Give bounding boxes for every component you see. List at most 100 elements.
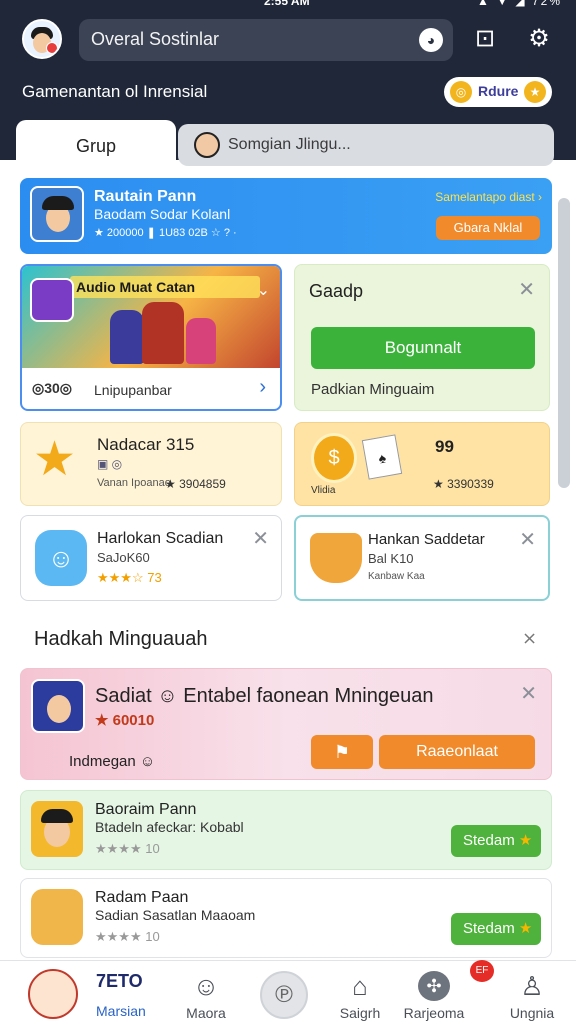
tab-secondary-label: Somgian Jlingu... (228, 136, 351, 153)
reward-left-value: ★ 3904859 (165, 477, 226, 491)
close-icon[interactable]: ✕ (518, 277, 535, 302)
promo-button[interactable]: Gbara Nklal (436, 216, 540, 240)
close-icon[interactable]: ✕ (252, 526, 269, 551)
profile-avatar[interactable] (22, 19, 62, 59)
promo-meta: ★ 200000 ❚ 1U83 02B ☆ ? · (94, 227, 237, 239)
scrollbar[interactable] (558, 198, 570, 488)
game-banner: Audio Muat Catan ⌄ (22, 266, 280, 368)
reward-left-sub: ▣ ◎ (97, 457, 123, 471)
flag-icon-button[interactable]: ⚑ (311, 735, 373, 769)
list-title: Baoraim Pann (95, 801, 197, 818)
reward-card-left[interactable]: ★ Nadacar 315 ▣ ◎ Vanan Ipoanao ★ 390485… (20, 422, 282, 506)
search-bar[interactable]: Overal Sostinlar ◕ (79, 19, 453, 61)
game-card-left[interactable]: ☺ Harlokan Scadian SaJoK60 ★★★☆ 73 ✕ (20, 515, 282, 601)
event-subtitle: ★ 60010 (95, 712, 155, 729)
game-card[interactable]: Audio Muat Catan ⌄ ◎30◎ Lnipupanbar › (20, 264, 282, 411)
basket-icon (310, 533, 362, 583)
reward-right-value: ★ 3390339 (433, 477, 494, 491)
character-1 (110, 310, 144, 364)
status-time: 2:55 AM (264, 0, 310, 8)
game-logo (30, 278, 74, 322)
gear-icon[interactable]: ⚙ (524, 24, 554, 54)
close-icon[interactable]: ✕ (519, 527, 536, 552)
nav-item-marsian[interactable]: 7ETO Marsian (0, 961, 146, 1024)
promo-card-blue[interactable]: Rautain Pann Baodam Sodar Kolanl ★ 20000… (20, 178, 552, 254)
status-icons: ▲ ▼ ◢ 72% (476, 0, 562, 8)
close-icon[interactable]: ✕ (520, 681, 537, 706)
card-icon: ♠ (361, 434, 403, 480)
promo-avatar (30, 186, 84, 242)
game-card-right[interactable]: Hankan Saddetar Bal K10 Kanbaw Kaa ✕ (294, 515, 550, 601)
tab-bar: Grup Somgian Jlingu... (16, 120, 554, 172)
reward-left-title: Nadacar 315 (97, 435, 195, 454)
nav-label: Marsian (96, 1003, 146, 1019)
mascot-icon: ☺ (35, 530, 87, 586)
group-card: Gaadp ✕ Bogunnalt Padkian Minguaim (294, 264, 550, 411)
nav-item-ungnia[interactable]: ♙ Ungnia (488, 961, 576, 1024)
nav-item-rarjeoma[interactable]: ✣ Rarjeoma (386, 961, 482, 1024)
character-3 (186, 318, 216, 364)
discord-icon[interactable]: ◕ (419, 28, 443, 52)
reward-left-meta: Vanan Ipoanao (97, 477, 171, 489)
group-card-title: Gaadp (309, 281, 364, 301)
home-icon: ℗ (260, 971, 308, 1019)
game-left-rating: ★★★☆ 73 (97, 570, 162, 585)
event-title: Sadiat ☺ Entabel faonean Mningeuan (95, 685, 434, 707)
coin-label: Rdure (478, 83, 519, 99)
game-right-title: Hankan Saddetar (368, 531, 485, 548)
user-icon: ♙ (520, 971, 544, 1001)
nav-avatar-number: 7ETO (96, 971, 143, 991)
lock-icon: ⌂ (352, 971, 368, 1001)
tab-grup[interactable]: Grup (16, 120, 176, 172)
list-item[interactable]: Baoraim Pann Btadeln afeckar: Kobabl ★★★… (20, 790, 552, 870)
chevron-right-icon[interactable]: › (259, 376, 266, 399)
game-left-sub: SaJoK60 (97, 550, 150, 565)
game-label: Lnipupanbar (94, 382, 172, 398)
game-coins: ◎30◎ (32, 380, 73, 396)
coin-icon: ◎ (450, 81, 472, 103)
nav-label: Ungnia (509, 1005, 555, 1021)
game-right-sub: Bal K10 (368, 551, 414, 566)
reward-right-title: 99 (435, 437, 454, 456)
camera-icon[interactable]: ⊡ (470, 24, 500, 54)
game-left-title: Harlokan Scadian (97, 530, 224, 547)
coin-pill[interactable]: ◎ Rdure ★ (444, 77, 552, 107)
character-2 (142, 302, 184, 364)
nav-label: Rarjeoma (403, 1005, 465, 1021)
list-avatar (31, 801, 83, 857)
group-card-footer: Padkian Minguaim (311, 381, 435, 398)
search-text: Overal Sostinlar (91, 29, 220, 49)
list-sub: Btadeln afeckar: Kobabl (95, 819, 244, 835)
notification-dot (46, 42, 58, 54)
chevron-down-icon[interactable]: ⌄ (257, 280, 270, 300)
list-avatar (31, 889, 83, 945)
section-title: Hadkah Minguauah (34, 628, 208, 650)
list-rating: ★★★★ 10 (95, 929, 160, 944)
event-button[interactable]: Raaeonlaat (379, 735, 535, 769)
list-sub: Sadian Sasatlan Maaoam (95, 907, 256, 923)
nav-badge: EF (470, 960, 494, 982)
globe-icon: ✣ (418, 971, 450, 1001)
smile-icon: ☺ (192, 971, 220, 1001)
list-action-button[interactable]: Stedam ★ (451, 913, 541, 945)
list-action-button[interactable]: Stedam ★ (451, 825, 541, 857)
group-card-button[interactable]: Bogunnalt (311, 327, 535, 369)
game-right-meta: Kanbaw Kaa (368, 571, 425, 582)
coin-bag-icon: $ (311, 433, 357, 483)
star-icon: ★ (524, 81, 546, 103)
reward-card-right[interactable]: $ ♠ 99 Vlidia ★ 3390339 (294, 422, 550, 506)
promo-subtitle: Baodam Sodar Kolanl (94, 206, 231, 222)
promo-link[interactable]: Samelantapo diast › (435, 190, 542, 204)
status-bar: 2:55 AM ▲ ▼ ◢ 72% (0, 0, 576, 10)
section-close-icon[interactable]: ⨯ (522, 628, 537, 649)
reward-right-meta: Vlidia (311, 485, 336, 496)
header-subtitle: Gamenantan ol Inrensial (22, 82, 208, 101)
event-card[interactable]: Sadiat ☺ Entabel faonean Mningeuan ★ 600… (20, 668, 552, 780)
tab-avatar (194, 132, 220, 158)
event-footer: Indmegan ☺ (69, 753, 156, 770)
list-item[interactable]: Radam Paan Sadian Sasatlan Maaoam ★★★★ 1… (20, 878, 552, 958)
promo-title: Rautain Pann (94, 188, 197, 205)
tab-secondary[interactable]: Somgian Jlingu... (178, 124, 554, 166)
star-badge-icon: ★ (33, 433, 77, 486)
game-banner-title: Audio Muat Catan (70, 276, 260, 298)
